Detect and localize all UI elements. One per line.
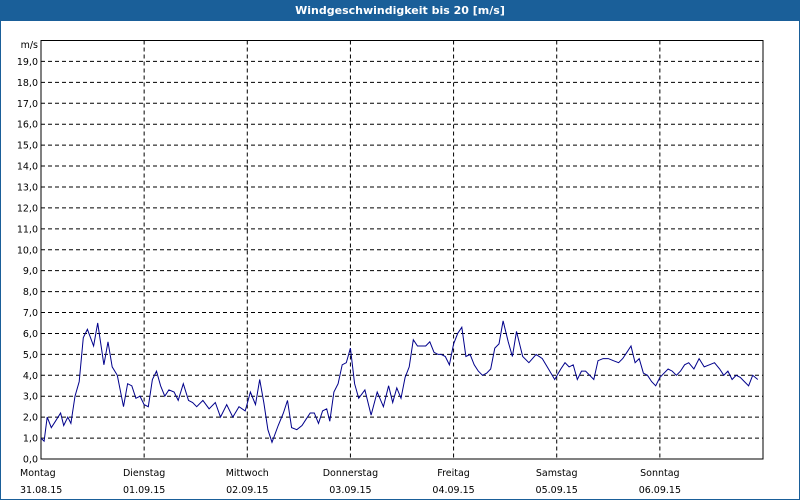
y-tick-label: 11,0 <box>17 224 38 235</box>
y-tick-label: 14,0 <box>17 162 38 173</box>
x-tick-weekday: Samstag <box>536 468 578 479</box>
y-tick-label: 9,0 <box>23 266 38 277</box>
x-tick-date: 03.09.15 <box>329 485 371 496</box>
x-tick-date: 02.09.15 <box>226 485 268 496</box>
wind-speed-chart: m/s 0,0 1,0 2,0 3,0 4,0 5,0 6,0 7,0 8,0 9,0 10,0 11… <box>17 40 764 496</box>
x-tick-weekday: Mittwoch <box>226 468 269 479</box>
y-tick-label: 16,0 <box>17 120 38 131</box>
y-tick-label: 7,0 <box>23 308 38 319</box>
y-tick-label: 4,0 <box>23 371 38 382</box>
x-tick-date: 01.09.15 <box>123 485 165 496</box>
y-tick-label: 12,0 <box>17 203 38 214</box>
y-tick-label: 1,0 <box>23 434 38 445</box>
y-tick-label: 18,0 <box>17 78 38 89</box>
x-tick-date: 31.08.15 <box>20 485 62 496</box>
x-tick-weekday: Donnerstag <box>323 468 378 479</box>
x-tick-date: 04.09.15 <box>432 485 474 496</box>
y-tick-label: 17,0 <box>17 99 38 110</box>
y-tick-label: 5,0 <box>23 350 38 361</box>
y-tick-label: 2,0 <box>23 413 38 424</box>
x-tick-weekday: Dienstag <box>123 468 165 479</box>
y-tick-label: 19,0 <box>17 57 38 68</box>
x-tick-weekday: Freitag <box>437 468 470 479</box>
y-tick-label: 10,0 <box>17 245 38 256</box>
y-tick-label: 0,0 <box>23 455 38 466</box>
x-tick-weekday: Sonntag <box>640 468 679 479</box>
y-tick-label: 8,0 <box>23 287 38 298</box>
y-tick-label: 6,0 <box>23 329 38 340</box>
y-axis: m/s 0,0 1,0 2,0 3,0 4,0 5,0 6,0 7,0 8,0 9,0 10,0 11… <box>17 40 38 466</box>
x-tick-date: 06.09.15 <box>639 485 681 496</box>
y-axis-unit: m/s <box>21 40 38 51</box>
x-axis: Montag 31.08.15 Dienstag 01.09.15 Mittwoch 02… <box>20 468 681 496</box>
x-tick-weekday: Montag <box>20 468 56 479</box>
y-tick-label: 3,0 <box>23 392 38 403</box>
x-tick-date: 05.09.15 <box>536 485 578 496</box>
y-tick-label: 15,0 <box>17 141 38 152</box>
y-tick-label: 13,0 <box>17 182 38 193</box>
